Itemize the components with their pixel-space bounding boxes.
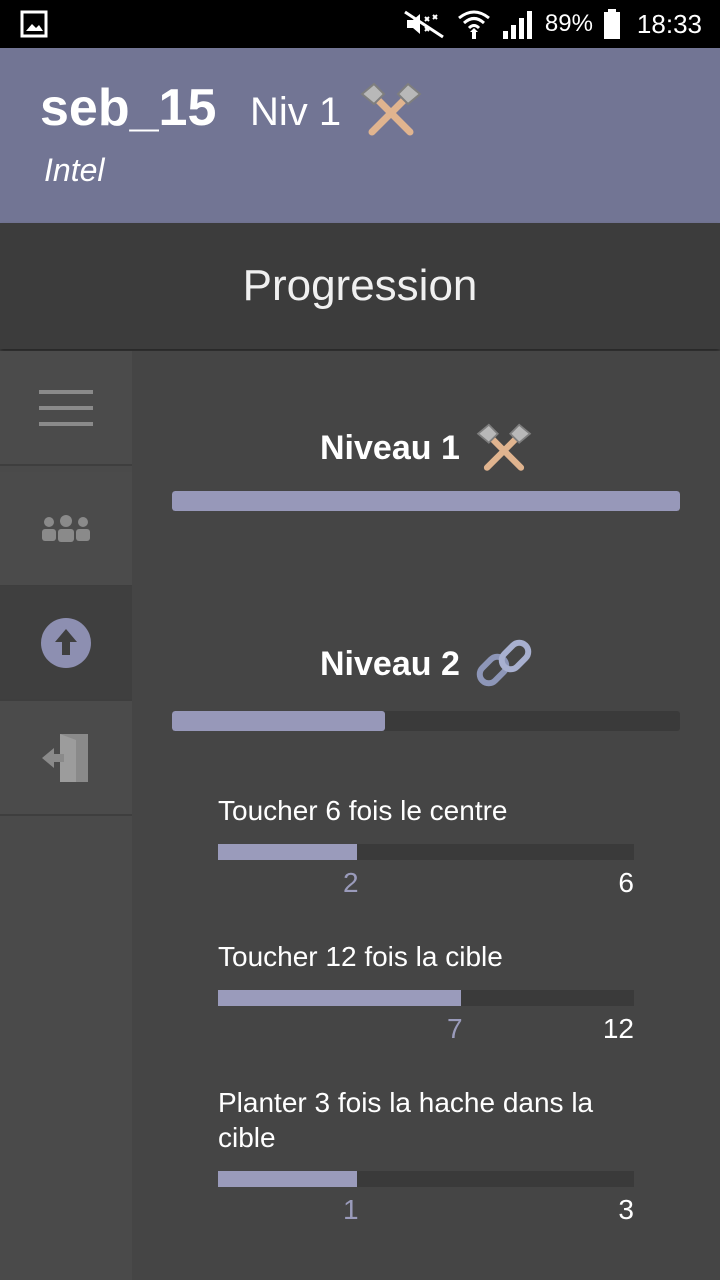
task-2-current: 7 (447, 1013, 463, 1044)
level-2-progress-bar (172, 711, 680, 731)
task-3-current: 1 (343, 1194, 359, 1225)
team-name: Intel (44, 152, 105, 188)
task-1-progress-bar (218, 844, 634, 860)
profile-header: seb_15 Niv 1 Intel (0, 48, 720, 223)
team-icon (42, 514, 90, 542)
level-2-title: Niveau 2 (320, 644, 460, 683)
chain-link-icon (476, 639, 532, 687)
battery-icon (603, 9, 620, 39)
level-1-progress-bar (172, 491, 680, 511)
menu-icon (39, 389, 93, 426)
battery-percent: 89% (544, 10, 593, 37)
crossed-axes-icon (476, 423, 532, 471)
task-2-progress-fill (218, 990, 461, 1006)
level-1-title: Niveau 1 (320, 428, 460, 467)
level-1-heading: Niveau 1 (320, 423, 534, 473)
logout-icon (42, 733, 88, 782)
level-1-progress-fill (172, 491, 680, 511)
task-3-max: 3 (618, 1194, 634, 1225)
signal-icon (502, 11, 532, 39)
task-1-current: 2 (343, 867, 359, 898)
sidebar-item-team[interactable] (0, 472, 132, 587)
gallery-notification-icon (20, 10, 48, 38)
sidebar-item-logout[interactable] (0, 701, 132, 816)
task-2-label: Toucher 12 fois la cible (218, 941, 503, 972)
sidebar (0, 351, 132, 1280)
mute-icon (404, 10, 444, 39)
task-3-progress-bar (218, 1171, 634, 1187)
task-3-progress-fill (218, 1171, 357, 1187)
sidebar-item-menu[interactable] (0, 351, 132, 466)
upgrade-arrow-icon (41, 617, 91, 668)
task-1-label: Toucher 6 fois le centre (218, 795, 508, 826)
status-bar: 89% 18:33 (0, 0, 720, 48)
sidebar-item-progression[interactable] (0, 586, 132, 701)
task-1-max: 6 (618, 867, 634, 898)
level-2-heading: Niveau 2 (320, 635, 534, 693)
task-2-max: 12 (602, 1013, 634, 1044)
task-2-progress-bar (218, 990, 634, 1006)
page-title: Progression (242, 261, 478, 310)
level-label: Niv 1 (250, 90, 342, 134)
clock: 18:33 (636, 8, 702, 39)
level-2-progress-fill (172, 711, 386, 731)
progression-panel: Niveau 1 Niveau 2 Toucher 6 fois le cent… (132, 351, 720, 1280)
task-3-label: Planter 3 fois la hache dans la cible (218, 1087, 594, 1153)
username: seb_15 (40, 79, 217, 137)
crossed-axes-icon (360, 82, 422, 136)
wifi-icon (457, 10, 490, 39)
title-bar: Progression (0, 223, 720, 349)
task-1-progress-fill (218, 844, 357, 860)
